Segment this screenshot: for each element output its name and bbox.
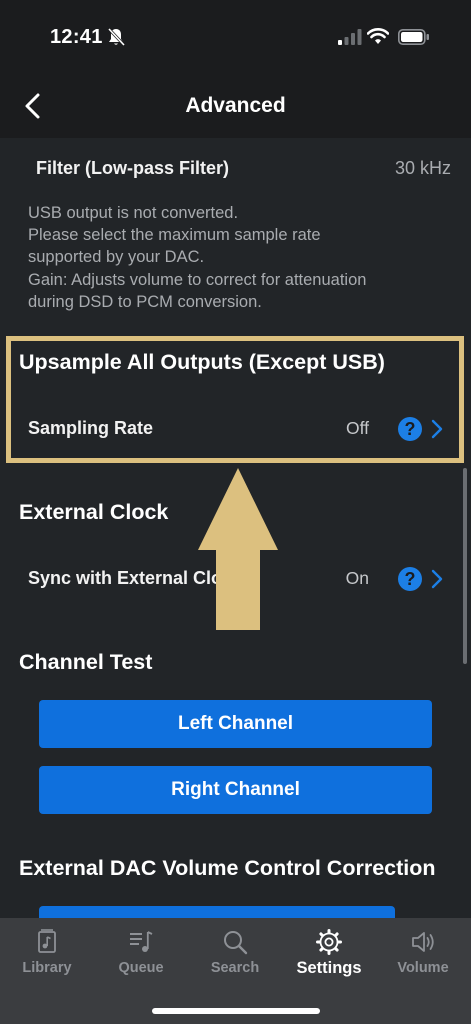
sync-external-clock-value: On bbox=[345, 568, 369, 588]
dac-volume-button[interactable] bbox=[39, 906, 395, 918]
volume-icon bbox=[412, 932, 434, 952]
tab-label: Queue bbox=[118, 960, 164, 976]
note-line: USB output is not converted. bbox=[28, 204, 239, 222]
queue-icon bbox=[130, 931, 153, 952]
external-clock-section-title: External Clock bbox=[19, 500, 169, 524]
scrollbar[interactable] bbox=[463, 468, 467, 664]
filter-value: 30 kHz bbox=[394, 158, 451, 178]
cellular-signal-icon bbox=[338, 29, 362, 45]
channel-test-section-title: Channel Test bbox=[19, 650, 153, 674]
highlight-box bbox=[6, 336, 464, 463]
info-note: USB output is not converted. Please sele… bbox=[28, 202, 448, 313]
up-arrow-annotation-icon bbox=[198, 468, 278, 630]
tab-volume[interactable]: Volume bbox=[376, 928, 470, 988]
tab-label: Library bbox=[22, 960, 72, 976]
home-indicator[interactable] bbox=[152, 1008, 320, 1014]
search-icon bbox=[224, 931, 248, 955]
gear-icon bbox=[316, 929, 342, 955]
wifi-icon bbox=[367, 28, 389, 44]
tab-search[interactable]: Search bbox=[188, 928, 282, 988]
tab-queue[interactable]: Queue bbox=[94, 928, 188, 988]
bell-slash-icon bbox=[107, 27, 125, 47]
tab-settings[interactable]: Settings bbox=[282, 928, 376, 988]
right-channel-button[interactable]: Right Channel bbox=[39, 766, 432, 814]
library-icon bbox=[38, 929, 56, 953]
battery-icon bbox=[398, 29, 429, 45]
help-icon[interactable]: ? bbox=[398, 567, 422, 591]
status-bar: 12:41 bbox=[0, 0, 471, 80]
note-line: supported by your DAC. bbox=[28, 248, 205, 267]
filter-row[interactable]: Filter (Low-pass Filter) 30 kHz bbox=[0, 154, 471, 184]
tab-label: Search bbox=[210, 960, 260, 976]
note-line: Gain: Adjusts volume to correct for atte… bbox=[28, 270, 367, 289]
left-channel-button[interactable]: Left Channel bbox=[39, 700, 432, 748]
page-title: Advanced bbox=[185, 94, 286, 117]
tab-label: Settings bbox=[296, 959, 362, 977]
dac-volume-section-title: External DAC Volume Control Correction bbox=[19, 856, 436, 880]
note-line: Please select the maximum sample rate bbox=[28, 226, 321, 245]
note-line: during DSD to PCM conversion. bbox=[28, 292, 262, 311]
tab-library[interactable]: Library bbox=[0, 928, 94, 988]
filter-label: Filter (Low-pass Filter) bbox=[36, 158, 230, 178]
chevron-right-icon[interactable] bbox=[430, 569, 444, 589]
tab-label: Volume bbox=[397, 960, 449, 976]
status-time: 12:41 bbox=[50, 26, 103, 48]
nav-bar: Advanced bbox=[0, 80, 471, 138]
